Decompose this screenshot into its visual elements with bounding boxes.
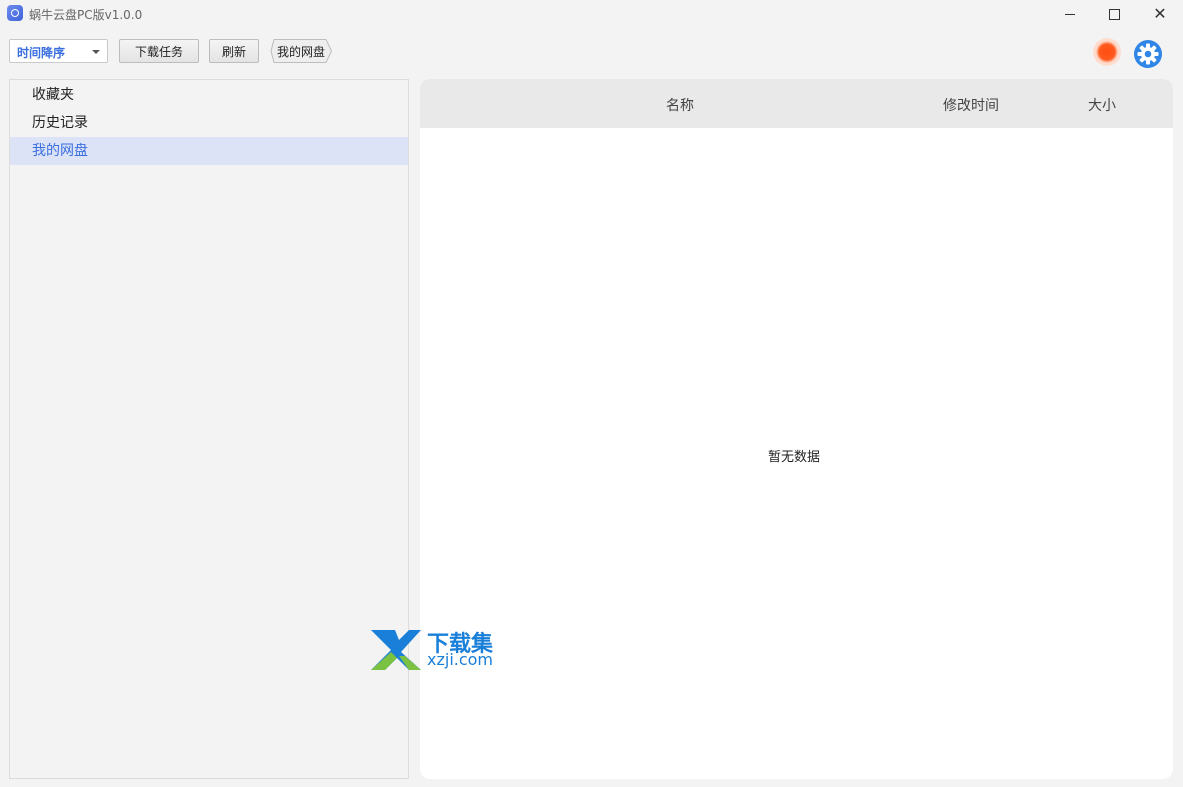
gear-icon[interactable] [1133, 39, 1163, 69]
column-header-modified-time[interactable]: 修改时间 [943, 95, 999, 115]
sidebar-item-history[interactable]: 历史记录 [10, 109, 408, 137]
file-list-panel: 名称 修改时间 大小 暂无数据 [420, 79, 1173, 779]
breadcrumb-my-drive[interactable]: 我的网盘 [270, 39, 332, 63]
sidebar: 收藏夹 历史记录 我的网盘 [9, 79, 409, 779]
sort-select-value: 时间降序 [17, 46, 66, 60]
close-button[interactable]: ✕ [1137, 0, 1183, 28]
sidebar-item-my-drive[interactable]: 我的网盘 [10, 137, 408, 165]
table-header: 名称 修改时间 大小 [420, 79, 1173, 128]
watermark-logo-icon [371, 630, 421, 670]
download-tasks-button[interactable]: 下载任务 [119, 39, 199, 63]
maximize-button[interactable] [1091, 0, 1137, 28]
column-header-size[interactable]: 大小 [1088, 95, 1116, 115]
column-header-name[interactable]: 名称 [666, 95, 694, 115]
breadcrumb-label: 我的网盘 [276, 44, 325, 59]
toolbar: 时间降序 下载任务 刷新 我的网盘 [0, 36, 1183, 68]
record-status-icon[interactable] [1093, 38, 1121, 66]
refresh-button[interactable]: 刷新 [209, 39, 259, 63]
close-icon: ✕ [1153, 4, 1167, 23]
minimize-icon [1065, 13, 1075, 15]
watermark-url: xzji.com [427, 650, 494, 669]
empty-state-text: 暂无数据 [768, 450, 821, 465]
sidebar-item-favorites[interactable]: 收藏夹 [10, 81, 408, 109]
maximize-icon [1108, 8, 1120, 20]
app-logo-icon [7, 5, 23, 21]
watermark: 下载集 xzji.com [369, 626, 509, 672]
window-title: 蜗牛云盘PC版v1.0.0 [29, 8, 143, 22]
sort-select[interactable]: 时间降序 [9, 39, 108, 63]
chevron-down-icon [92, 50, 100, 54]
minimize-button[interactable] [1047, 0, 1093, 28]
title-bar: 蜗牛云盘PC版v1.0.0 ✕ [0, 0, 1183, 28]
